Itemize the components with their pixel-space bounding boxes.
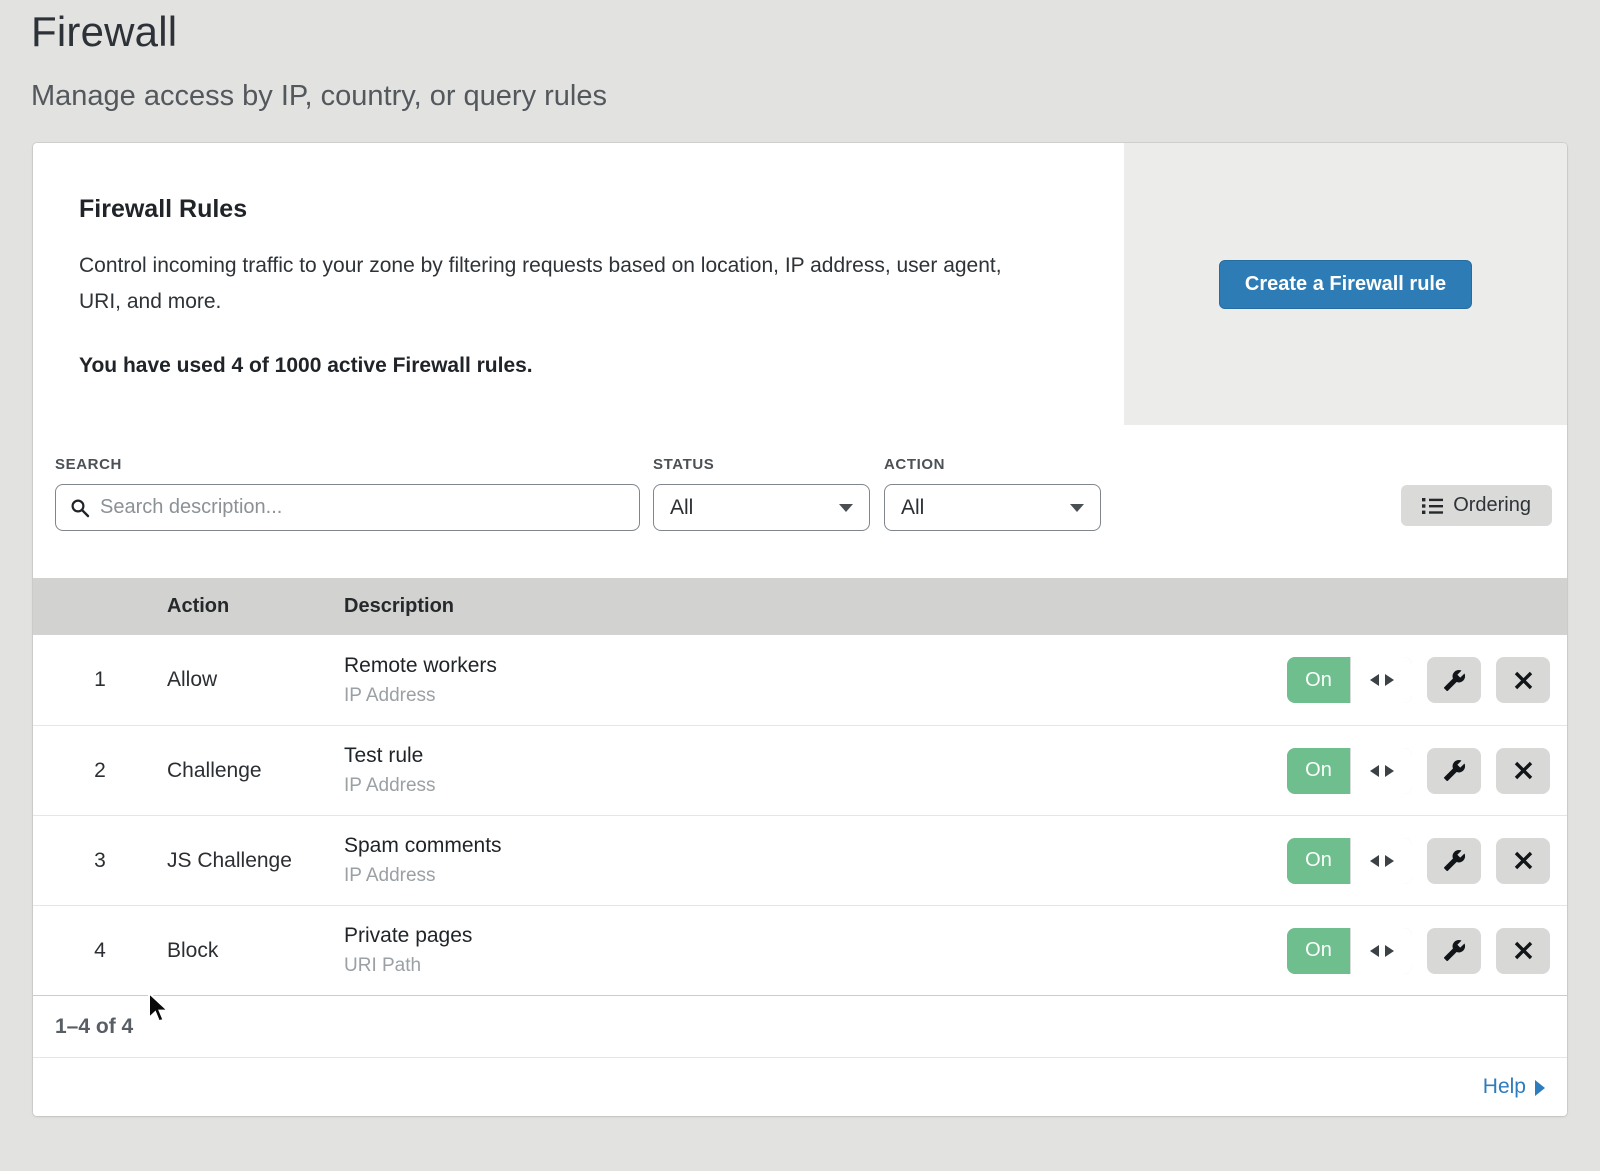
rule-field: IP Address [344,685,1287,707]
status-select[interactable]: All [653,484,870,531]
section-description: Control incoming traffic to your zone by… [79,248,1039,320]
pagination-range: 1–4 of 4 [55,1015,133,1039]
hero-text: Firewall Rules Control incoming traffic … [33,143,1124,425]
rule-priority: 4 [33,939,167,963]
status-label: STATUS [653,456,884,473]
search-box [55,484,640,531]
toggle-handle[interactable] [1350,928,1412,974]
rule-description-cell: Spam comments IP Address [344,834,1287,887]
table-row: 4 Block Private pages URI Path On [33,905,1567,995]
rule-description: Test rule [344,744,1287,768]
hero-action-panel: Create a Firewall rule [1124,143,1567,425]
action-select[interactable]: All [884,484,1101,531]
wrench-icon [1443,759,1466,782]
search-label: SEARCH [55,456,653,473]
wrench-icon [1443,939,1466,962]
rule-enabled-toggle[interactable]: On [1287,928,1412,974]
rule-action: Allow [167,668,344,692]
rule-controls: On [1287,748,1550,794]
page-subtitle: Manage access by IP, country, or query r… [31,80,1600,113]
delete-rule-button[interactable] [1496,838,1550,884]
left-right-arrows-icon [1370,765,1394,777]
usage-summary: You have used 4 of 1000 active Firewall … [79,354,1064,378]
search-icon [70,498,90,518]
delete-rule-button[interactable] [1496,657,1550,703]
rule-action: Challenge [167,759,344,783]
card-footer: Help [33,1057,1567,1116]
rule-controls: On [1287,928,1550,974]
close-icon [1513,940,1534,961]
left-right-arrows-icon [1370,855,1394,867]
toggle-on-label: On [1287,838,1350,884]
rule-enabled-toggle[interactable]: On [1287,748,1412,794]
rule-field: URI Path [344,955,1287,977]
edit-rule-button[interactable] [1427,657,1481,703]
toggle-on-label: On [1287,928,1350,974]
table-header: Action Description [33,578,1567,635]
table-row: 2 Challenge Test rule IP Address On [33,725,1567,815]
left-right-arrows-icon [1370,945,1394,957]
section-heading: Firewall Rules [79,195,1064,224]
table-row: 1 Allow Remote workers IP Address On [33,635,1567,725]
rule-description-cell: Private pages URI Path [344,924,1287,977]
card-hero: Firewall Rules Control incoming traffic … [33,143,1567,425]
page-title: Firewall [31,8,1600,56]
rule-field: IP Address [344,775,1287,797]
toggle-handle[interactable] [1350,748,1412,794]
create-firewall-rule-button[interactable]: Create a Firewall rule [1219,260,1472,309]
edit-rule-button[interactable] [1427,748,1481,794]
status-select-value: All [670,496,693,520]
pagination-bar: 1–4 of 4 [33,995,1567,1057]
close-icon [1513,850,1534,871]
wrench-icon [1443,849,1466,872]
edit-rule-button[interactable] [1427,928,1481,974]
help-link[interactable]: Help [1483,1075,1545,1099]
rule-field: IP Address [344,865,1287,887]
description-column-header: Description [344,595,1567,618]
rule-description-cell: Test rule IP Address [344,744,1287,797]
rule-action: Block [167,939,344,963]
toggle-handle[interactable] [1350,657,1412,703]
filters-bar: SEARCH STATUS All ACTION All [33,425,1567,578]
action-filter-group: ACTION All [884,456,1115,531]
action-label: ACTION [884,456,1115,473]
rule-description: Spam comments [344,834,1287,858]
status-filter-group: STATUS All [653,456,884,531]
toggle-on-label: On [1287,657,1350,703]
toggle-on-label: On [1287,748,1350,794]
action-select-value: All [901,496,924,520]
delete-rule-button[interactable] [1496,748,1550,794]
ordering-button-label: Ordering [1453,494,1531,517]
search-input[interactable] [100,496,625,519]
rule-description: Remote workers [344,654,1287,678]
rule-priority: 2 [33,759,167,783]
rule-enabled-toggle[interactable]: On [1287,657,1412,703]
wrench-icon [1443,669,1466,692]
delete-rule-button[interactable] [1496,928,1550,974]
rule-action: JS Challenge [167,849,344,873]
rule-enabled-toggle[interactable]: On [1287,838,1412,884]
edit-rule-button[interactable] [1427,838,1481,884]
chevron-down-icon [1070,504,1084,512]
rule-description-cell: Remote workers IP Address [344,654,1287,707]
close-icon [1513,760,1534,781]
rule-controls: On [1287,838,1550,884]
search-filter-group: SEARCH [55,456,653,531]
table-row: 3 JS Challenge Spam comments IP Address … [33,815,1567,905]
arrow-right-icon [1535,1080,1545,1096]
toggle-handle[interactable] [1350,838,1412,884]
action-column-header: Action [167,595,344,618]
list-icon [1422,497,1443,515]
help-link-label: Help [1483,1075,1526,1099]
rule-priority: 1 [33,668,167,692]
close-icon [1513,670,1534,691]
rule-priority: 3 [33,849,167,873]
rule-description: Private pages [344,924,1287,948]
firewall-rules-card: Firewall Rules Control incoming traffic … [33,143,1567,1116]
ordering-button[interactable]: Ordering [1401,485,1552,526]
chevron-down-icon [839,504,853,512]
left-right-arrows-icon [1370,674,1394,686]
rule-controls: On [1287,657,1550,703]
